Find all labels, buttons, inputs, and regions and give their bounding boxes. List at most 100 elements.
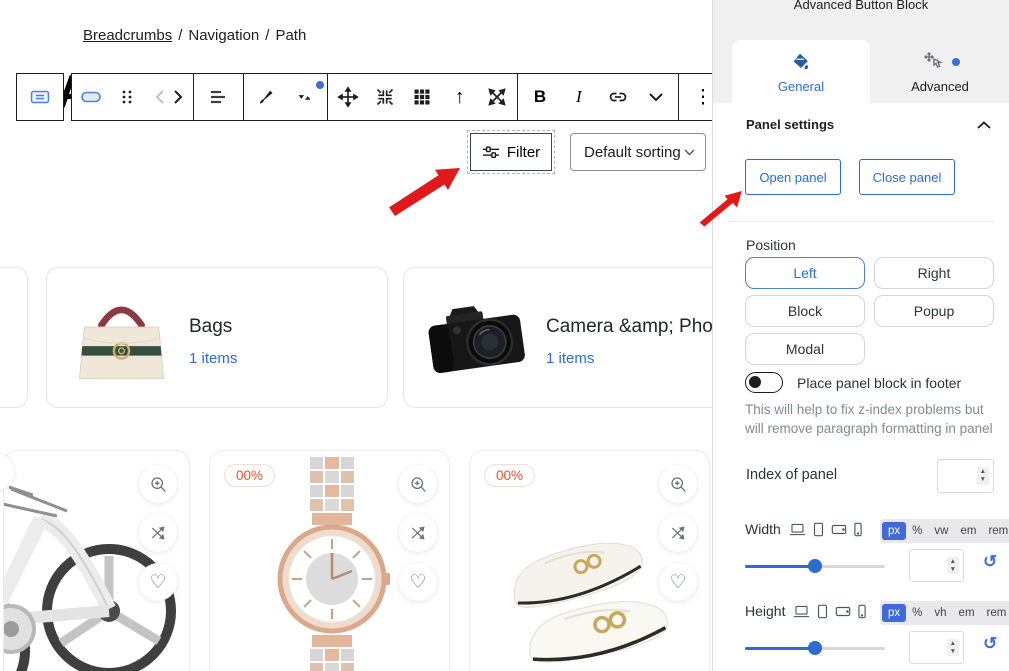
sidebar-title: Advanced Button Block bbox=[713, 0, 1009, 12]
slider-thumb[interactable] bbox=[808, 641, 822, 655]
filter-button[interactable]: Filter bbox=[470, 133, 552, 171]
stepper-up-icon[interactable]: ▲ bbox=[950, 558, 956, 566]
width-slider[interactable] bbox=[745, 559, 885, 573]
product-actions: ♡ bbox=[139, 465, 177, 601]
laptop-icon[interactable] bbox=[793, 604, 810, 619]
tablet-icon[interactable] bbox=[816, 604, 829, 619]
stepper-up-icon[interactable]: ▲ bbox=[980, 468, 986, 476]
tablet-landscape-icon[interactable] bbox=[835, 605, 851, 618]
unit-em[interactable]: em bbox=[953, 604, 981, 622]
compare-button[interactable] bbox=[139, 514, 177, 552]
stepper-arrows[interactable]: ▲▼ bbox=[947, 557, 959, 575]
sort-dropdown[interactable]: Default sorting bbox=[570, 133, 706, 171]
close-panel-button[interactable]: Close panel bbox=[859, 159, 955, 195]
bold-button[interactable]: B bbox=[523, 80, 557, 114]
wishlist-button[interactable]: ♡ bbox=[139, 563, 177, 601]
position-left-button[interactable]: Left bbox=[745, 257, 865, 289]
annotation-arrow-panel bbox=[699, 186, 743, 228]
color-gradient-icon[interactable] bbox=[288, 80, 322, 114]
phone-icon[interactable] bbox=[857, 604, 867, 619]
move-cursor-icon bbox=[921, 51, 945, 73]
slider-thumb[interactable] bbox=[808, 559, 822, 573]
category-items-link[interactable]: 1 items bbox=[546, 350, 594, 367]
move-block-buttons[interactable] bbox=[147, 80, 191, 114]
breadcrumb-separator: / bbox=[265, 27, 269, 44]
product-card-bike[interactable]: ♡ bbox=[3, 450, 190, 671]
chevron-up-icon[interactable] bbox=[977, 121, 991, 130]
chevron-down-icon[interactable] bbox=[639, 80, 673, 114]
notification-dot bbox=[952, 58, 960, 66]
wishlist-button[interactable]: ♡ bbox=[399, 563, 437, 601]
position-popup-button[interactable]: Popup bbox=[874, 295, 994, 327]
position-block-button[interactable]: Block bbox=[745, 295, 865, 327]
stepper-down-icon[interactable]: ▼ bbox=[980, 476, 986, 484]
panel-settings-heading[interactable]: Panel settings bbox=[746, 117, 834, 132]
unit-vh[interactable]: vh bbox=[928, 604, 952, 622]
tab-general[interactable]: General bbox=[732, 40, 870, 104]
stepper-down-icon[interactable]: ▼ bbox=[950, 566, 956, 574]
device-icons bbox=[789, 522, 863, 537]
compare-button[interactable] bbox=[659, 514, 697, 552]
toolbar-parent-block-button[interactable] bbox=[16, 73, 64, 121]
sort-dropdown-value: Default sorting bbox=[584, 144, 681, 161]
italic-button[interactable]: I bbox=[562, 80, 596, 114]
height-slider[interactable] bbox=[745, 641, 885, 655]
link-icon[interactable] bbox=[601, 80, 635, 114]
button-block-icon-button[interactable] bbox=[74, 80, 108, 114]
breadcrumb-separator: / bbox=[178, 27, 182, 44]
category-card-partial[interactable] bbox=[0, 267, 28, 408]
height-value-input[interactable]: ▲▼ bbox=[909, 631, 964, 664]
move-icon[interactable] bbox=[331, 80, 365, 114]
laptop-icon[interactable] bbox=[789, 522, 806, 537]
arrow-up-icon[interactable]: ↑ bbox=[443, 80, 477, 114]
drag-handle-icon[interactable] bbox=[110, 80, 144, 114]
height-reset-icon[interactable]: ↺ bbox=[983, 635, 997, 652]
phone-icon[interactable] bbox=[853, 522, 863, 537]
width-value-input[interactable]: ▲▼ bbox=[909, 549, 964, 582]
unit-rem[interactable]: rem bbox=[982, 522, 1009, 540]
quick-view-button[interactable] bbox=[139, 465, 177, 503]
unit-percent[interactable]: % bbox=[906, 604, 928, 622]
unit-px[interactable]: px bbox=[882, 522, 906, 540]
stepper-up-icon[interactable]: ▲ bbox=[950, 640, 956, 648]
quick-view-button[interactable] bbox=[399, 465, 437, 503]
expand-icon[interactable] bbox=[480, 80, 514, 114]
unit-px[interactable]: px bbox=[882, 604, 906, 622]
tablet-landscape-icon[interactable] bbox=[831, 523, 847, 536]
quick-view-button[interactable] bbox=[659, 465, 697, 503]
category-card-bags[interactable]: Bags 1 items bbox=[46, 267, 388, 408]
text-align-icon[interactable] bbox=[201, 80, 235, 114]
heart-icon: ♡ bbox=[409, 573, 426, 592]
breadcrumb-item: Path bbox=[275, 27, 306, 44]
width-reset-icon[interactable]: ↺ bbox=[983, 553, 997, 570]
stepper-arrows[interactable]: ▲▼ bbox=[947, 639, 959, 657]
stepper-arrows[interactable]: ▲▼ bbox=[977, 467, 989, 485]
grid-icon[interactable] bbox=[405, 80, 439, 114]
unit-percent[interactable]: % bbox=[906, 522, 928, 540]
stepper-down-icon[interactable]: ▼ bbox=[950, 648, 956, 656]
unit-em[interactable]: em bbox=[954, 522, 982, 540]
breadcrumb-link[interactable]: Breadcrumbs bbox=[83, 27, 172, 44]
filter-sliders-icon bbox=[482, 144, 500, 160]
shrink-icon[interactable] bbox=[368, 80, 402, 114]
position-right-button[interactable]: Right bbox=[874, 257, 994, 289]
position-modal-button[interactable]: Modal bbox=[745, 333, 865, 365]
unit-vw[interactable]: vw bbox=[928, 522, 954, 540]
annotation-arrow-filter bbox=[388, 160, 462, 216]
brush-icon[interactable] bbox=[249, 80, 283, 114]
tablet-icon[interactable] bbox=[812, 522, 825, 537]
index-of-panel-input[interactable]: ▲▼ bbox=[937, 459, 994, 493]
unit-rem[interactable]: rem bbox=[981, 604, 1009, 622]
notification-dot bbox=[316, 81, 324, 89]
category-card-camera[interactable]: Camera &amp; Pho 1 items bbox=[403, 267, 745, 408]
open-panel-button[interactable]: Open panel bbox=[745, 159, 841, 195]
footer-toggle[interactable] bbox=[745, 372, 783, 393]
category-items-link[interactable]: 1 items bbox=[189, 350, 237, 367]
tab-advanced[interactable]: Advanced bbox=[870, 40, 1009, 104]
compare-button[interactable] bbox=[399, 514, 437, 552]
product-card-shoes[interactable]: 00% ♡ bbox=[469, 450, 710, 671]
camera-product-image bbox=[426, 286, 526, 391]
breadcrumb-item: Navigation bbox=[188, 27, 259, 44]
wishlist-button[interactable]: ♡ bbox=[659, 563, 697, 601]
product-card-watch[interactable]: 00% ♡ bbox=[209, 450, 450, 671]
